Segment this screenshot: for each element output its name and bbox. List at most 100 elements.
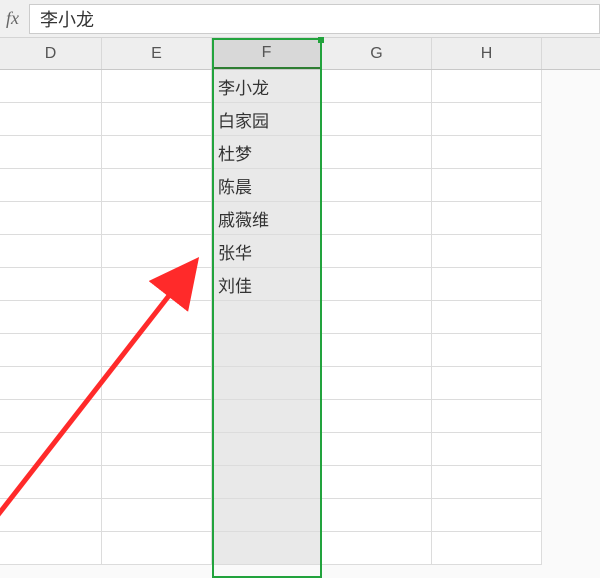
column-headers: D E F G H [0, 38, 600, 70]
table-row [0, 433, 600, 466]
cell-F9[interactable] [212, 334, 322, 367]
cell-F6[interactable]: 张华 [212, 235, 322, 268]
cell-D15[interactable] [0, 532, 102, 565]
cell-E4[interactable] [102, 169, 212, 202]
cell-H14[interactable] [432, 499, 542, 532]
cell-H2[interactable] [432, 103, 542, 136]
cell-E3[interactable] [102, 136, 212, 169]
cell-E10[interactable] [102, 367, 212, 400]
cell-H6[interactable] [432, 235, 542, 268]
cell-D12[interactable] [0, 433, 102, 466]
cell-D8[interactable] [0, 301, 102, 334]
cell-F7[interactable]: 刘佳 [212, 268, 322, 301]
cell-D11[interactable] [0, 400, 102, 433]
table-row: 刘佳 [0, 268, 600, 301]
cell-G6[interactable] [322, 235, 432, 268]
cell-E11[interactable] [102, 400, 212, 433]
cell-G11[interactable] [322, 400, 432, 433]
table-row: 陈晨 [0, 169, 600, 202]
cell-G2[interactable] [322, 103, 432, 136]
cell-E12[interactable] [102, 433, 212, 466]
cell-H12[interactable] [432, 433, 542, 466]
cell-F10[interactable] [212, 367, 322, 400]
table-row: 戚薇维 [0, 202, 600, 235]
table-row [0, 301, 600, 334]
cell-D6[interactable] [0, 235, 102, 268]
cell-F5[interactable]: 戚薇维 [212, 202, 322, 235]
cell-G9[interactable] [322, 334, 432, 367]
cell-H7[interactable] [432, 268, 542, 301]
cell-D2[interactable] [0, 103, 102, 136]
cell-H4[interactable] [432, 169, 542, 202]
column-header-H[interactable]: H [432, 38, 542, 69]
cell-F11[interactable] [212, 400, 322, 433]
cell-D5[interactable] [0, 202, 102, 235]
table-row [0, 334, 600, 367]
fx-icon[interactable]: fx [6, 8, 19, 29]
cell-F13[interactable] [212, 466, 322, 499]
cell-D13[interactable] [0, 466, 102, 499]
spreadsheet-area: D E F G H 李小龙白家园杜梦陈晨戚薇维张华刘佳 [0, 38, 600, 578]
cell-E8[interactable] [102, 301, 212, 334]
cell-G13[interactable] [322, 466, 432, 499]
formula-input[interactable] [29, 4, 600, 34]
cell-F4[interactable]: 陈晨 [212, 169, 322, 202]
cell-F3[interactable]: 杜梦 [212, 136, 322, 169]
cell-F1[interactable]: 李小龙 [212, 70, 322, 103]
cell-H9[interactable] [432, 334, 542, 367]
cell-E13[interactable] [102, 466, 212, 499]
cell-F2[interactable]: 白家园 [212, 103, 322, 136]
table-row [0, 400, 600, 433]
table-row: 李小龙 [0, 70, 600, 103]
column-header-E[interactable]: E [102, 38, 212, 69]
cell-H15[interactable] [432, 532, 542, 565]
cell-H1[interactable] [432, 70, 542, 103]
grid[interactable]: 李小龙白家园杜梦陈晨戚薇维张华刘佳 [0, 70, 600, 565]
cell-G14[interactable] [322, 499, 432, 532]
cell-E14[interactable] [102, 499, 212, 532]
cell-F14[interactable] [212, 499, 322, 532]
cell-E1[interactable] [102, 70, 212, 103]
table-row [0, 367, 600, 400]
cell-F15[interactable] [212, 532, 322, 565]
cell-E2[interactable] [102, 103, 212, 136]
cell-G12[interactable] [322, 433, 432, 466]
cell-D1[interactable] [0, 70, 102, 103]
cell-G15[interactable] [322, 532, 432, 565]
cell-E7[interactable] [102, 268, 212, 301]
cell-F12[interactable] [212, 433, 322, 466]
table-row [0, 466, 600, 499]
cell-E6[interactable] [102, 235, 212, 268]
cell-G8[interactable] [322, 301, 432, 334]
cell-D14[interactable] [0, 499, 102, 532]
cell-F8[interactable] [212, 301, 322, 334]
cell-H13[interactable] [432, 466, 542, 499]
cell-G3[interactable] [322, 136, 432, 169]
cell-D9[interactable] [0, 334, 102, 367]
table-row: 白家园 [0, 103, 600, 136]
table-row [0, 532, 600, 565]
column-header-D[interactable]: D [0, 38, 102, 69]
cell-H3[interactable] [432, 136, 542, 169]
cell-G1[interactable] [322, 70, 432, 103]
cell-E15[interactable] [102, 532, 212, 565]
cell-H8[interactable] [432, 301, 542, 334]
cell-G10[interactable] [322, 367, 432, 400]
cell-G4[interactable] [322, 169, 432, 202]
table-row: 杜梦 [0, 136, 600, 169]
cell-H5[interactable] [432, 202, 542, 235]
cell-D3[interactable] [0, 136, 102, 169]
cell-G5[interactable] [322, 202, 432, 235]
cell-D4[interactable] [0, 169, 102, 202]
cell-E5[interactable] [102, 202, 212, 235]
formula-bar: fx [0, 0, 600, 38]
cell-H11[interactable] [432, 400, 542, 433]
cell-G7[interactable] [322, 268, 432, 301]
cell-D7[interactable] [0, 268, 102, 301]
table-row: 张华 [0, 235, 600, 268]
cell-D10[interactable] [0, 367, 102, 400]
cell-E9[interactable] [102, 334, 212, 367]
column-header-F[interactable]: F [212, 38, 322, 69]
column-header-G[interactable]: G [322, 38, 432, 69]
cell-H10[interactable] [432, 367, 542, 400]
